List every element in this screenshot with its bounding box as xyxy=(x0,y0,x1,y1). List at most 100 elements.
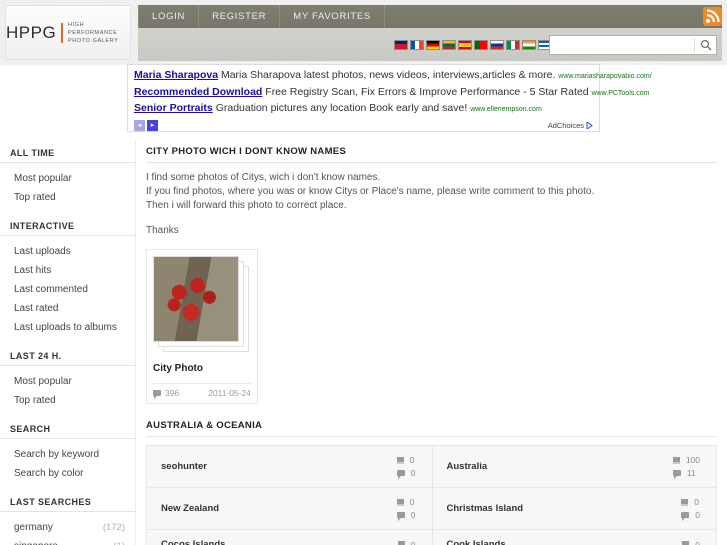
ad-link-2[interactable]: Recommended Download xyxy=(134,86,262,98)
table-row: New Zealand 0 0 Christmas Island 0 0 xyxy=(147,488,716,530)
ad-link-1[interactable]: Maria Sharapova xyxy=(134,69,218,81)
country-name[interactable]: New Zealand xyxy=(161,503,219,514)
logo-divider xyxy=(61,22,64,43)
photo-icon xyxy=(396,498,404,506)
site-logo[interactable]: HPPG HIGH PERFORMANCE PHOTO GALERY xyxy=(5,5,131,60)
sidebar-heading-last-24h: LAST 24 H. xyxy=(0,351,135,366)
photo-icon xyxy=(672,456,680,464)
flag-russian[interactable] xyxy=(490,39,504,50)
flag-french[interactable] xyxy=(410,39,424,50)
sidebar-item-label: Most popular xyxy=(14,173,72,184)
flag-indian[interactable] xyxy=(522,39,536,50)
country-photo-count: 0 xyxy=(396,455,416,465)
sidebar-item-search-germany[interactable]: germany (172) xyxy=(0,518,135,537)
photo-card[interactable]: City Photo 396 2011-05-24 xyxy=(146,249,258,404)
ad-link-3[interactable]: Senior Portraits xyxy=(134,102,213,114)
nav-tab-my-favorites[interactable]: MY FAVORITES xyxy=(280,5,385,28)
ad-prev-arrow-icon[interactable]: ◂ xyxy=(134,119,145,131)
ad-url-3: www.ellenempson.com xyxy=(470,106,542,113)
sidebar-heading-search: SEARCH xyxy=(0,424,135,439)
intro-paragraph-3: Then i will forward this photo to correc… xyxy=(146,200,347,211)
sidebar-item-label: Search by keyword xyxy=(14,449,100,460)
sidebar-item-label: Last rated xyxy=(14,303,59,314)
sidebar-item-top-rated-all-time[interactable]: Top rated xyxy=(0,188,135,207)
search-bar xyxy=(138,28,722,61)
photo-thumbnail-image[interactable] xyxy=(153,256,239,342)
sidebar-section-last-24h: LAST 24 H. Most popular Top rated xyxy=(0,351,135,410)
country-cell-seohunter[interactable]: seohunter 0 0 xyxy=(147,446,432,487)
flag-german[interactable] xyxy=(426,39,440,50)
ad-row-1: Maria Sharapova Maria Sharapova latest p… xyxy=(134,68,652,85)
country-comments-value: 11 xyxy=(686,468,696,478)
flag-italian[interactable] xyxy=(506,39,520,50)
search-input[interactable] xyxy=(550,36,694,54)
sidebar-heading-last-searches: LAST SEARCHES xyxy=(0,497,135,512)
country-name[interactable]: Christmas Island xyxy=(447,503,524,514)
sidebar-item-most-popular-24h[interactable]: Most popular xyxy=(0,372,135,391)
search-icon[interactable] xyxy=(694,38,716,52)
country-name[interactable]: Cook Islands xyxy=(447,539,506,545)
sidebar-heading-interactive: INTERACTIVE xyxy=(0,221,135,236)
photo-card-stats: 396 2011-05-24 xyxy=(153,383,251,403)
sidebar-item-label: Top rated xyxy=(14,192,56,203)
sidebar-item-last-uploads[interactable]: Last uploads xyxy=(0,242,135,261)
country-cell-new-zealand[interactable]: New Zealand 0 0 xyxy=(147,488,432,529)
country-photos-value: 0 xyxy=(409,455,415,465)
page-title: CITY PHOTO WICH I DONT KNOW NAMES xyxy=(146,146,717,163)
table-row: seohunter 0 0 Australia 100 11 xyxy=(147,446,716,488)
flag-portuguese[interactable] xyxy=(474,39,488,50)
country-cell-christmas-island[interactable]: Christmas Island 0 0 xyxy=(431,488,717,529)
sidebar-section-search: SEARCH Search by keyword Search by color xyxy=(0,424,135,483)
sidebar-item-label: Last commented xyxy=(14,284,88,295)
ad-url-2: www.PCTools.com xyxy=(591,89,650,97)
country-name[interactable]: Australia xyxy=(447,461,488,472)
country-photo-count: 0 xyxy=(396,497,416,507)
country-name[interactable]: Cocos Islands xyxy=(161,539,225,545)
logo-tagline-line1: HIGH PERFORMANCE xyxy=(68,21,118,36)
sidebar-item-label: germany xyxy=(14,522,53,533)
nav-tab-register[interactable]: REGISTER xyxy=(199,5,281,28)
country-cell-australia[interactable]: Australia 100 11 xyxy=(431,446,717,487)
country-cell-cocos-islands[interactable]: Cocos Islands 0 xyxy=(147,530,432,545)
comment-icon xyxy=(396,512,405,521)
sidebar-section-last-searches: LAST SEARCHES germany (172) singapore (1… xyxy=(0,497,135,545)
rss-icon[interactable] xyxy=(703,7,722,26)
sidebar-item-label: Last uploads to albums xyxy=(14,322,117,333)
sidebar-item-search-singapore[interactable]: singapore (1) xyxy=(0,537,135,545)
sidebar-item-top-rated-24h[interactable]: Top rated xyxy=(0,391,135,410)
sidebar-item-search-by-keyword[interactable]: Search by keyword xyxy=(0,445,135,464)
search-field-wrapper[interactable] xyxy=(549,35,717,55)
country-comment-count: 0 xyxy=(396,510,416,521)
country-photos-value: 0 xyxy=(409,497,415,507)
adchoices-icon xyxy=(586,121,593,129)
ad-next-arrow-icon[interactable]: ▸ xyxy=(147,119,158,131)
adchoices-link[interactable]: AdChoices xyxy=(548,121,593,130)
country-stats: 0 xyxy=(682,540,700,545)
country-photo-count: 0 xyxy=(397,539,416,545)
flag-spanish[interactable] xyxy=(458,39,472,50)
country-table: seohunter 0 0 Australia 100 11 New Zeala… xyxy=(146,445,717,545)
sidebar-item-label: Top rated xyxy=(14,395,56,406)
sidebar-item-most-popular-all-time[interactable]: Most popular xyxy=(0,169,135,188)
nav-tab-login[interactable]: LOGIN xyxy=(138,5,200,28)
ad-pagination: ◂ ▸ xyxy=(134,119,158,131)
comment-icon xyxy=(672,470,681,479)
ad-row-3: Senior Portraits Graduation pictures any… xyxy=(134,101,593,118)
sidebar-item-last-uploads-to-albums[interactable]: Last uploads to albums xyxy=(0,318,135,337)
intro-paragraph-1: I find some photos of Citys, wich i don'… xyxy=(146,172,381,183)
table-row: Cocos Islands 0 Cook Islands 0 xyxy=(147,530,716,545)
country-comment-count: 0 xyxy=(396,468,416,479)
sidebar-item-label: Last uploads xyxy=(14,246,71,257)
country-photo-count: 0 xyxy=(682,540,700,545)
country-photos-value: 0 xyxy=(410,539,416,545)
sidebar-item-label: Most popular xyxy=(14,376,72,387)
flag-english[interactable] xyxy=(394,39,408,50)
country-name[interactable]: seohunter xyxy=(161,461,207,472)
sidebar-item-search-by-color[interactable]: Search by color xyxy=(0,464,135,483)
country-cell-cook-islands[interactable]: Cook Islands 0 xyxy=(431,530,717,545)
comment-icon xyxy=(396,470,405,479)
flag-lithuanian[interactable] xyxy=(442,39,456,50)
sidebar-item-last-hits[interactable]: Last hits xyxy=(0,261,135,280)
sidebar-item-last-rated[interactable]: Last rated xyxy=(0,299,135,318)
sidebar-item-last-commented[interactable]: Last commented xyxy=(0,280,135,299)
